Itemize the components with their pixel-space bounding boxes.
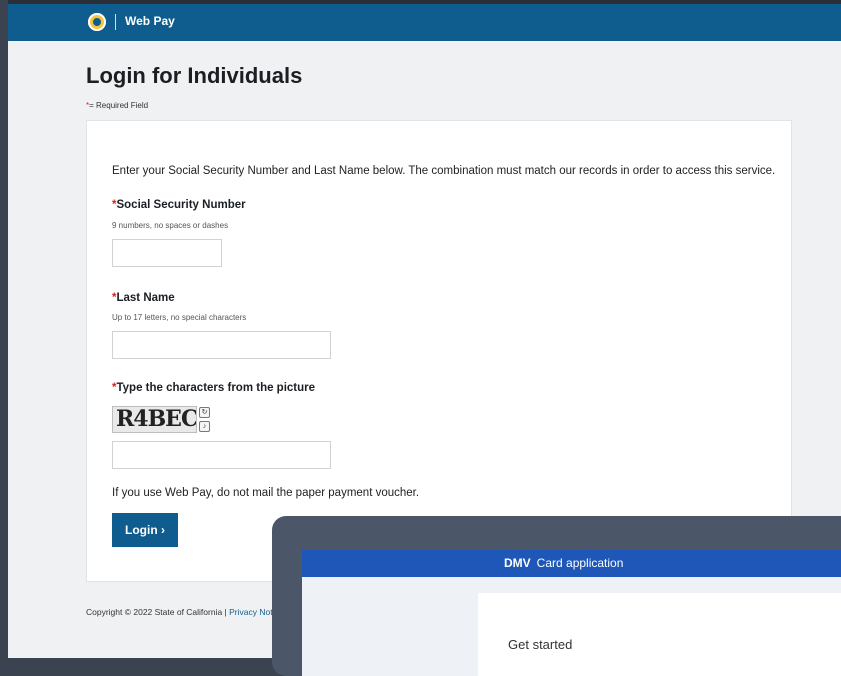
last-name-label: *Last Name: [112, 292, 175, 304]
ssn-hint: 9 numbers, no spaces or dashes: [112, 221, 229, 230]
captcha-image: R4BEC: [112, 406, 197, 433]
required-legend-text: = Required Field: [89, 101, 149, 110]
top-header: Web Pay: [8, 4, 841, 41]
required-legend: *= Required Field: [86, 101, 148, 110]
dmv-app-header: DMV Card application: [302, 550, 841, 577]
last-name-hint: Up to 17 letters, no special characters: [112, 313, 247, 322]
dmv-app-body: Get started: [302, 577, 841, 676]
page-title: Login for Individuals: [86, 63, 303, 88]
footer-copyright: Copyright © 2022 State of California | P…: [86, 607, 284, 617]
dmv-app-title: DMV Card application: [504, 556, 624, 570]
refresh-icon[interactable]: ↻: [199, 407, 210, 418]
get-started-text: Get started: [508, 637, 573, 652]
ssn-label: *Social Security Number: [112, 199, 246, 211]
form-intro: Enter your Social Security Number and La…: [112, 165, 776, 177]
audio-icon[interactable]: ♪: [199, 421, 210, 432]
login-button[interactable]: Login ›: [112, 513, 178, 547]
dmv-brand: DMV: [504, 556, 531, 570]
ssn-input[interactable]: [112, 239, 222, 267]
chevron-right-icon: ›: [161, 523, 165, 537]
get-started-card[interactable]: Get started: [478, 593, 841, 676]
voucher-note: If you use Web Pay, do not mail the pape…: [112, 487, 420, 499]
last-name-input[interactable]: [112, 331, 331, 359]
login-form-card: Enter your Social Security Number and La…: [86, 120, 792, 582]
brand-title[interactable]: Web Pay: [125, 14, 175, 28]
dmv-app-overlay: DMV Card application Get started: [272, 516, 841, 676]
captcha-input[interactable]: [112, 441, 331, 469]
seal-logo-icon[interactable]: [88, 13, 106, 31]
captcha-label: *Type the characters from the picture: [112, 382, 316, 394]
header-divider: [115, 14, 116, 30]
